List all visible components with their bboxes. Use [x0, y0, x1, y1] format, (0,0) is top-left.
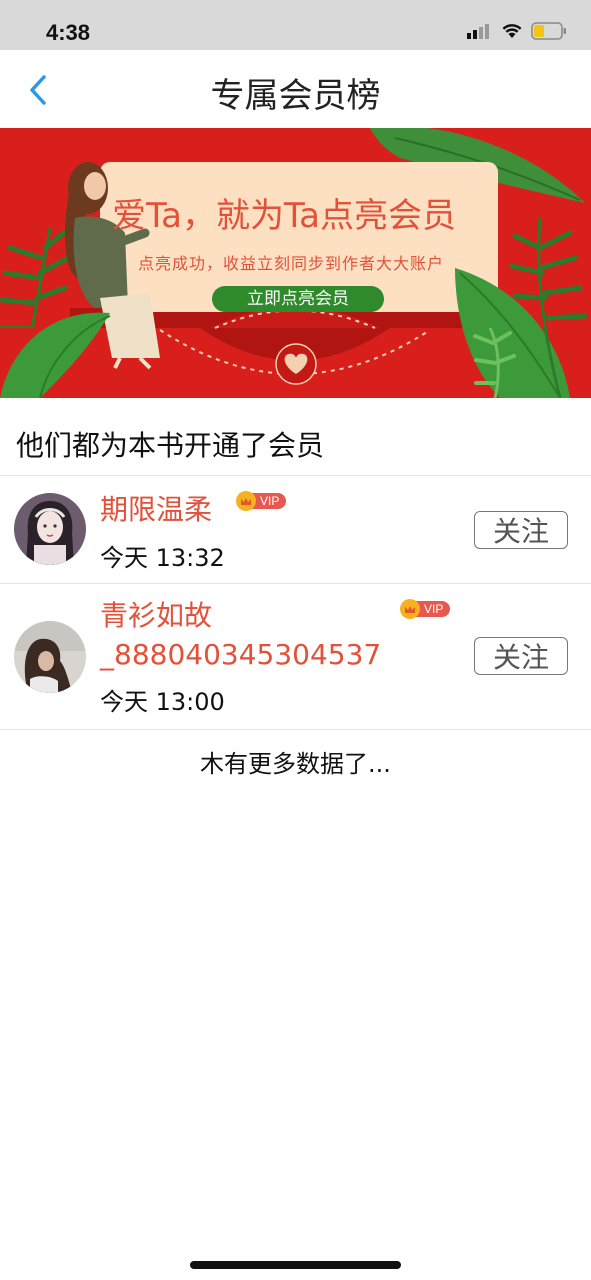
banner-cta-button[interactable]: 立即点亮会员	[212, 286, 384, 312]
crown-icon	[236, 491, 256, 511]
member-time: 今天 13:32	[100, 544, 225, 572]
wifi-icon	[502, 24, 522, 38]
signal-icon	[467, 24, 489, 39]
vip-badge: VIP	[400, 599, 451, 619]
page-title: 专属会员榜	[210, 76, 381, 116]
avatar[interactable]	[14, 493, 86, 565]
member-row[interactable]: 期限温柔 VIP 今天 13:32 关注	[0, 476, 591, 583]
status-bar: 4:38	[0, 0, 591, 50]
avatar[interactable]	[14, 621, 86, 693]
avatar-image	[14, 493, 86, 565]
vip-badge: VIP	[236, 491, 287, 511]
battery-icon	[531, 22, 566, 40]
banner-headline: 爱Ta，就为Ta点亮会员	[112, 196, 456, 236]
member-name[interactable]: 期限温柔	[100, 490, 212, 530]
banner-subtitle: 点亮成功，收益立刻同步到作者大大账户	[138, 254, 445, 273]
member-time: 今天 13:00	[100, 688, 225, 716]
avatar-image	[14, 621, 86, 693]
home-indicator[interactable]	[190, 1261, 401, 1269]
member-name[interactable]: 青衫如故	[100, 596, 212, 636]
crown-icon	[400, 599, 420, 619]
promo-banner[interactable]: 爱Ta，就为Ta点亮会员 点亮成功，收益立刻同步到作者大大账户 立即点亮会员	[0, 128, 591, 398]
divider	[0, 729, 591, 730]
follow-button[interactable]: 关注	[474, 637, 568, 675]
member-row[interactable]: 青衫如故 _888040345304537 VIP 今天 13:00 关注	[0, 584, 591, 729]
section-title: 他们都为本书开通了会员	[16, 429, 325, 462]
follow-button[interactable]: 关注	[474, 511, 568, 549]
no-more-data-text: 木有更多数据了...	[200, 750, 391, 778]
member-name-suffix[interactable]: _888040345304537	[100, 635, 381, 675]
status-icons	[467, 22, 567, 40]
status-time: 4:38	[46, 20, 91, 45]
nav-bar: 专属会员榜	[0, 50, 591, 129]
